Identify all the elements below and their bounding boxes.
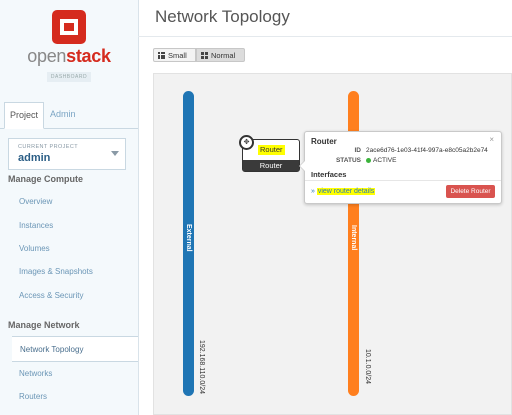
router-icon: ✥ bbox=[239, 135, 254, 150]
tab-project[interactable]: Project bbox=[4, 102, 44, 129]
close-icon[interactable]: × bbox=[489, 135, 494, 144]
sidebar-item-volumes[interactable]: Volumes bbox=[19, 244, 50, 253]
router-node-type: Router bbox=[243, 160, 299, 171]
view-router-details-link[interactable]: » view router details bbox=[311, 188, 376, 195]
sidebar-item-network-topology[interactable]: Network Topology bbox=[12, 336, 138, 362]
project-caption: CURRENT PROJECT bbox=[18, 144, 78, 150]
status-active-icon bbox=[366, 157, 371, 163]
small-view-label: Small bbox=[168, 51, 187, 60]
dashboard-badge: DASHBOARD bbox=[47, 72, 91, 82]
section-manage-compute: Manage Compute bbox=[8, 174, 84, 184]
network-external-cidr: 192.168.110.0/24 bbox=[198, 340, 205, 394]
sidebar-item-networks[interactable]: Networks bbox=[19, 369, 52, 378]
popup-status-value: ACTIVE bbox=[366, 157, 396, 164]
popup-status-label: STATUS bbox=[335, 157, 361, 164]
tab-admin[interactable]: Admin bbox=[50, 102, 76, 127]
header-divider bbox=[138, 36, 512, 37]
project-switcher[interactable]: CURRENT PROJECT admin bbox=[8, 138, 126, 170]
network-internal-name: Internal bbox=[350, 225, 357, 251]
sidebar-item-access-security[interactable]: Access & Security bbox=[19, 291, 83, 300]
router-node-label: Router bbox=[258, 145, 285, 155]
sidebar-item-routers[interactable]: Routers bbox=[19, 392, 47, 401]
page-title: Network Topology bbox=[155, 7, 290, 26]
normal-view-label: Normal bbox=[211, 51, 236, 60]
popup-interfaces-title: Interfaces bbox=[311, 170, 347, 179]
openstack-logo[interactable]: openstack DASHBOARD bbox=[0, 0, 138, 100]
sidebar-item-overview[interactable]: Overview bbox=[19, 197, 52, 206]
section-manage-network: Manage Network bbox=[8, 320, 80, 330]
normal-view-button[interactable]: Normal bbox=[196, 48, 245, 62]
small-view-button[interactable]: Small bbox=[153, 48, 196, 62]
popup-divider bbox=[305, 180, 501, 181]
topology-canvas[interactable] bbox=[153, 73, 512, 415]
sidebar-item-images-snapshots[interactable]: Images & Snapshots bbox=[19, 267, 93, 276]
logo-wordmark: openstack bbox=[27, 46, 111, 66]
chevron-down-icon bbox=[111, 151, 119, 156]
network-external-name: External bbox=[185, 224, 192, 252]
grid-small-icon bbox=[158, 52, 165, 59]
router-details-popup: Router × ID 2ace6d76-1e03-41f4-997a-e8c0… bbox=[299, 131, 502, 204]
sidebar-tabs: Project Admin bbox=[0, 102, 138, 129]
grid-large-icon bbox=[201, 52, 208, 59]
delete-router-button[interactable]: Delete Router bbox=[446, 185, 495, 198]
network-internal-cidr: 10.1.0.0/24 bbox=[364, 349, 371, 385]
sidebar-item-instances[interactable]: Instances bbox=[19, 221, 53, 230]
project-name: admin bbox=[18, 152, 51, 164]
sidebar: openstack DASHBOARD Project Admin CURREN… bbox=[0, 0, 139, 415]
popup-title: Router bbox=[311, 137, 337, 146]
openstack-logo-icon bbox=[52, 10, 86, 44]
popup-id-value: 2ace6d76-1e03-41f4-997a-e8c05a2b2e74 bbox=[366, 147, 488, 154]
popup-id-label: ID bbox=[354, 147, 362, 154]
